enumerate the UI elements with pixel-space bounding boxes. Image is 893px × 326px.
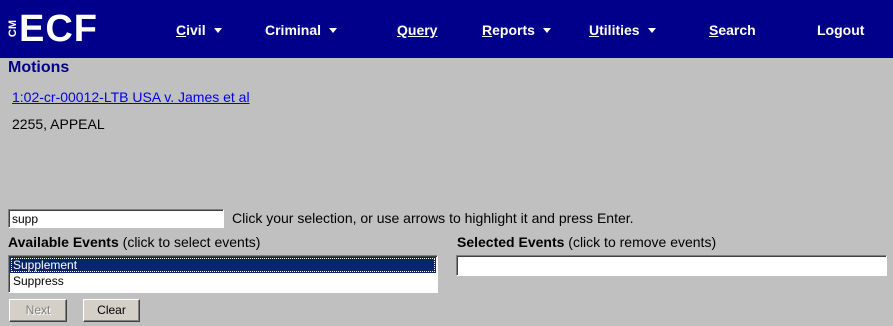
case-subtitle: 2255, APPEAL xyxy=(12,116,105,132)
list-item[interactable]: Supplement xyxy=(10,257,436,273)
nav-menu-reports[interactable]: Reports xyxy=(482,0,551,58)
available-events-note: (click to select events) xyxy=(122,234,261,250)
nav-menu-query[interactable]: Query xyxy=(397,0,437,58)
nav-menu-search-label: earch xyxy=(718,22,756,38)
nav-menu-civil-label: ivil xyxy=(186,22,206,38)
chevron-down-icon xyxy=(329,27,338,33)
selected-events-listbox[interactable] xyxy=(456,255,887,276)
nav-menu-query-label: uery xyxy=(407,22,438,38)
top-navbar: CM ECF Civil Criminal Query Reports Util… xyxy=(0,0,893,58)
nav-menu-utilities-accel: U xyxy=(589,22,600,38)
nav-menu-civil[interactable]: Civil xyxy=(176,0,222,58)
selected-events-label: Selected Events (click to remove events) xyxy=(457,234,716,250)
available-events-title: Available Events xyxy=(8,234,119,250)
available-events-label: Available Events (click to select events… xyxy=(8,234,260,250)
nav-menu-criminal-label: Criminal xyxy=(265,22,322,38)
nav-menu-criminal[interactable]: Criminal xyxy=(265,0,338,58)
nav-menu-civil-accel: C xyxy=(176,22,187,38)
nav-menu-query-accel: Q xyxy=(397,22,408,38)
logo-cm-text: CM xyxy=(7,20,19,38)
selected-events-title: Selected Events xyxy=(457,234,565,250)
nav-menu-reports-accel: R xyxy=(482,22,493,38)
nav-menu-utilities[interactable]: Utilities xyxy=(589,0,656,58)
clear-button[interactable]: Clear xyxy=(83,299,140,322)
nav-menu-search[interactable]: Search xyxy=(709,0,756,58)
list-item[interactable]: Suppress xyxy=(10,273,436,289)
cmecf-logo: CM ECF xyxy=(7,6,98,52)
page-title: Motions xyxy=(8,59,70,76)
case-number-link[interactable]: 1:02-cr-00012-LTB USA v. James et al xyxy=(12,89,250,105)
nav-menu-logout-label: Logout xyxy=(817,22,865,38)
nav-menu-logout[interactable]: Logout xyxy=(817,0,864,58)
nav-menu-reports-label: eports xyxy=(492,22,535,38)
chevron-down-icon xyxy=(213,27,222,33)
nav-menu-search-accel: S xyxy=(709,22,719,38)
available-events-listbox[interactable]: Supplement Suppress xyxy=(8,255,438,293)
chevron-down-icon xyxy=(542,27,551,33)
event-search-input[interactable] xyxy=(8,209,224,228)
chevron-down-icon xyxy=(647,27,656,33)
event-search-hint: Click your selection, or use arrows to h… xyxy=(232,210,634,226)
nav-menu-utilities-label: tilities xyxy=(599,22,640,38)
logo-ecf-text: ECF xyxy=(19,8,98,50)
next-button[interactable]: Next xyxy=(9,299,67,322)
selected-events-note: (click to remove events) xyxy=(568,234,717,250)
